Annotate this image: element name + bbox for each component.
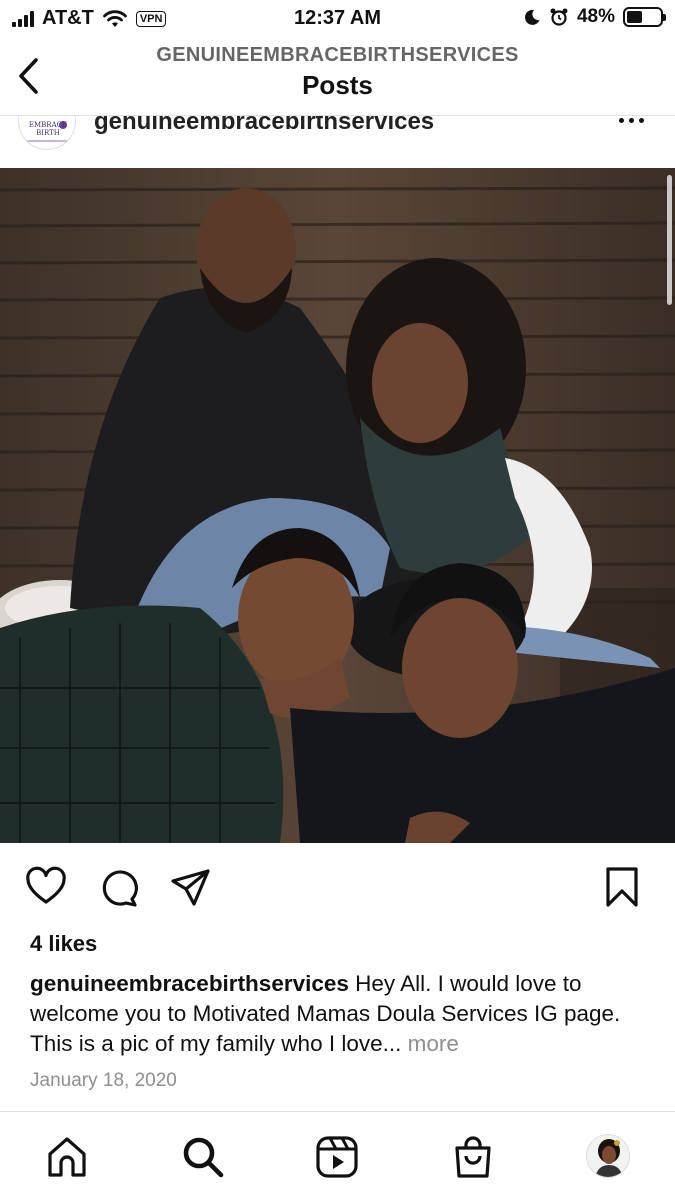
scroll-indicator[interactable] — [667, 175, 672, 305]
heart-icon[interactable] — [24, 865, 68, 909]
post-actions — [0, 855, 675, 915]
alarm-icon — [550, 8, 568, 26]
post-photo[interactable] — [0, 168, 675, 843]
more-options-icon[interactable] — [619, 116, 649, 126]
comment-icon[interactable] — [96, 865, 140, 909]
shopping-bag-icon[interactable] — [450, 1134, 496, 1180]
battery-percent: 48% — [576, 6, 615, 27]
bottom-tab-bar — [0, 1112, 675, 1200]
profile-picture — [587, 1135, 629, 1177]
page-title: Posts — [302, 70, 373, 100]
profile-avatar[interactable] — [586, 1134, 630, 1178]
post-header: EMBRACE BIRTH genuineembracebirthservice… — [0, 116, 675, 168]
account-name[interactable]: GENUINEEMBRACEBIRTHSERVICES — [0, 44, 675, 67]
account-avatar[interactable]: EMBRACE BIRTH — [18, 116, 76, 150]
battery-fill — [627, 11, 643, 23]
status-right: 48% — [523, 6, 666, 28]
home-icon[interactable] — [44, 1134, 90, 1180]
logo-text: EMBRACE BIRTH — [28, 121, 68, 137]
caption-more-link[interactable]: more — [401, 1031, 459, 1056]
reels-icon[interactable] — [314, 1134, 360, 1180]
family-photo — [0, 168, 675, 843]
moon-icon — [524, 9, 540, 25]
caption-username[interactable]: genuineembracebirthservices — [30, 971, 349, 996]
post-username[interactable]: genuineembracebirthservices — [94, 116, 434, 136]
paper-plane-icon[interactable] — [168, 865, 212, 909]
search-icon[interactable] — [180, 1134, 226, 1180]
status-bar: AT&T VPN 12:37 AM 48% — [0, 0, 675, 36]
nav-header: GENUINEEMBRACEBIRTHSERVICES Posts — [0, 36, 675, 116]
post-caption: genuineembracebirthservices Hey All. I w… — [30, 969, 650, 1059]
bookmark-icon[interactable] — [600, 865, 644, 909]
battery-icon — [623, 7, 666, 27]
post-date: January 18, 2020 — [30, 1070, 177, 1091]
like-count[interactable]: 4 likes — [30, 931, 97, 957]
